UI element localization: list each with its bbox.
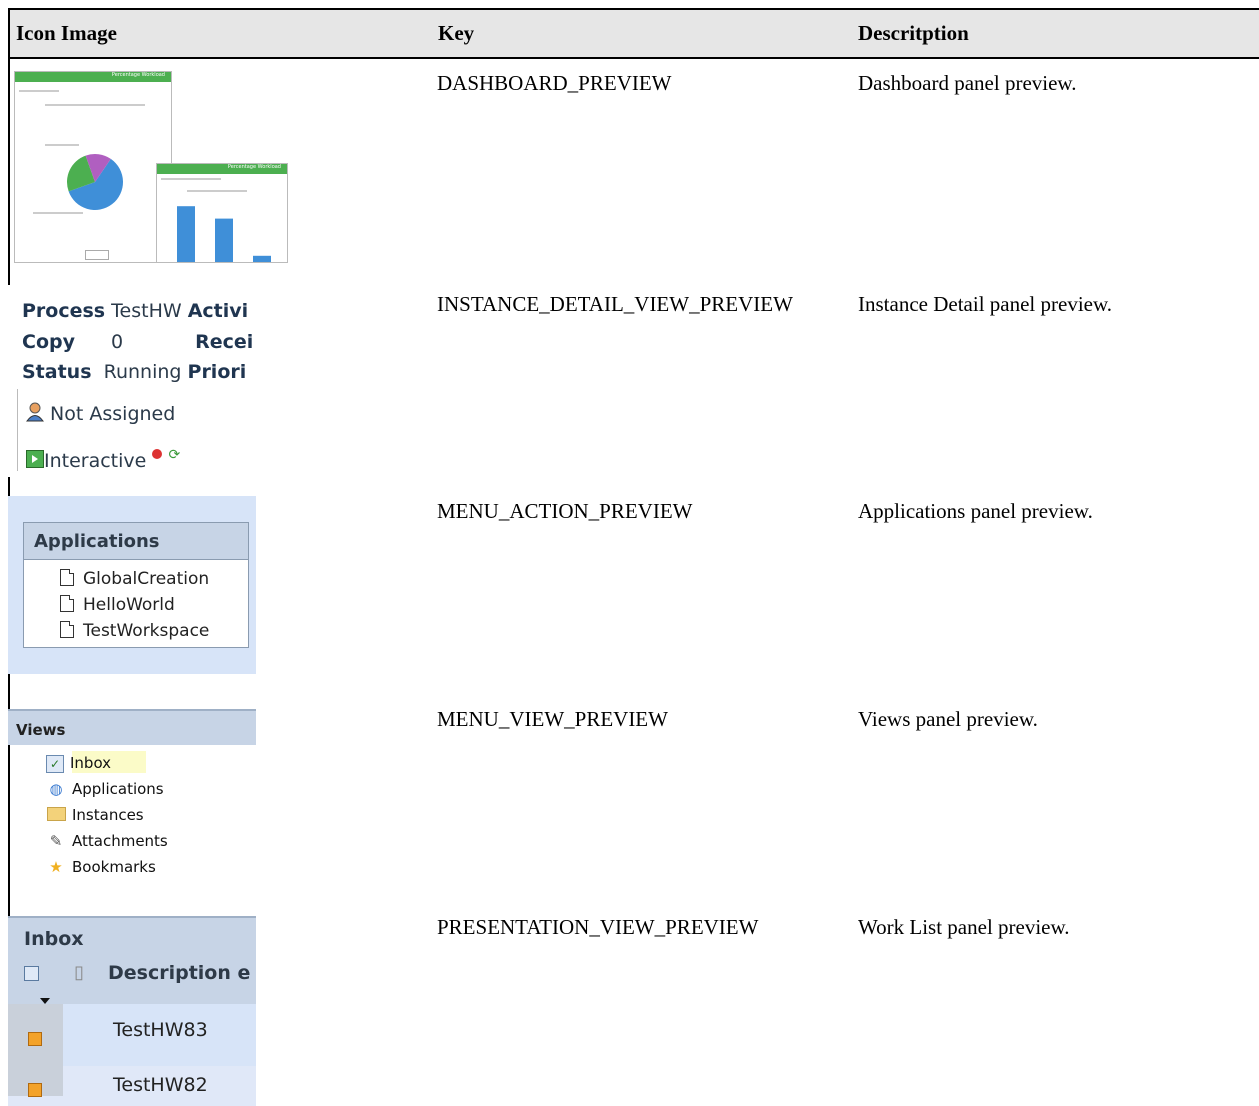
flag-column-icon[interactable]	[24, 966, 39, 981]
row-desc-presentation: Work List panel preview.	[858, 915, 1070, 939]
row-description: TestHW83	[113, 1019, 208, 1041]
applications-panel: Applications GlobalCreation HelloWorld T…	[23, 522, 249, 648]
dashboard-preview-image: Percentage Workload Percentage Workload	[14, 71, 288, 263]
bar	[215, 218, 233, 262]
flag-icon[interactable]	[28, 1032, 42, 1046]
applications-preview-image: Applications GlobalCreation HelloWorld T…	[8, 496, 256, 674]
instance-assignee: Not Assigned	[26, 402, 175, 425]
header-icon-image: Icon Image	[16, 21, 117, 45]
header-key: Key	[438, 21, 475, 45]
inbox-header: Inbox ▯ Description e	[8, 916, 256, 1004]
instance-row-copy: Copy 0 Recei	[22, 331, 254, 353]
description-column-header[interactable]: Description e	[108, 962, 250, 984]
star-icon: ★	[49, 858, 63, 876]
dashboard-panel-title-2: Percentage Workload	[227, 164, 281, 170]
row-key-dashboard: DASHBOARD_PREVIEW	[437, 71, 672, 95]
table-header: Icon Image Key Descritption	[10, 10, 1259, 59]
folder-icon	[46, 806, 66, 824]
attachment-column-icon[interactable]: ▯	[74, 962, 84, 983]
dashboard-pie-chart	[67, 154, 123, 210]
row-key-menu-view: MENU_VIEW_PREVIEW	[437, 707, 668, 731]
inbox-title: Inbox	[24, 928, 84, 950]
bar	[253, 255, 271, 262]
refresh-icon: ⟳	[168, 447, 181, 463]
row-desc-menu-action: Applications panel preview.	[858, 499, 1093, 523]
application-item[interactable]: TestWorkspace	[60, 621, 209, 641]
row-desc-dashboard: Dashboard panel preview.	[858, 71, 1077, 95]
work-list-preview-image: Inbox ▯ Description e TestHW83 TestHW82	[8, 916, 256, 1106]
instance-mode: Interactive ⟳	[26, 447, 180, 472]
dashboard-panel-pie: Percentage Workload	[14, 71, 172, 263]
play-icon	[26, 450, 44, 468]
views-panel-header: Views	[8, 709, 256, 745]
views-item-instances[interactable]: Instances	[46, 806, 144, 824]
row-key-presentation: PRESENTATION_VIEW_PREVIEW	[437, 915, 759, 939]
instance-row-status: Status Running Priori	[22, 361, 247, 383]
paperclip-icon: ✎	[49, 832, 63, 850]
row-description: TestHW82	[113, 1074, 208, 1096]
document-icon	[60, 569, 74, 586]
header-description: Descritption	[858, 21, 969, 45]
views-item-attachments[interactable]: ✎ Attachments	[46, 832, 168, 850]
error-icon	[152, 449, 163, 459]
bar	[177, 206, 195, 262]
user-icon	[26, 402, 44, 422]
views-item-applications[interactable]: ◍ Applications	[46, 780, 163, 798]
checkbox-icon: ✓	[46, 755, 64, 773]
document-icon	[60, 595, 74, 612]
flag-icon[interactable]	[28, 1083, 42, 1097]
row-desc-instance: Instance Detail panel preview.	[858, 292, 1113, 316]
views-title: Views	[16, 721, 66, 739]
views-item-inbox[interactable]: ✓ Inbox	[46, 754, 111, 773]
dashboard-panel-bar: Percentage Workload	[156, 163, 288, 263]
application-item[interactable]: GlobalCreation	[60, 569, 209, 589]
row-desc-menu-view: Views panel preview.	[858, 707, 1038, 731]
globe-icon: ◍	[49, 780, 63, 798]
row-key-menu-action: MENU_ACTION_PREVIEW	[437, 499, 693, 523]
instance-row-process: Process TestHW Activi	[22, 300, 249, 322]
row-key-instance: INSTANCE_DETAIL_VIEW_PREVIEW	[437, 292, 793, 316]
dashboard-panel-title: Percentage Workload	[111, 72, 165, 78]
application-item[interactable]: HelloWorld	[60, 595, 175, 615]
views-item-bookmarks[interactable]: ★ Bookmarks	[46, 858, 156, 876]
document-icon	[60, 621, 74, 638]
instance-detail-preview-image: Process TestHW Activi Copy 0 Recei Status …	[8, 285, 256, 477]
applications-title: Applications	[34, 531, 160, 552]
dashboard-bar-chart	[177, 206, 271, 262]
